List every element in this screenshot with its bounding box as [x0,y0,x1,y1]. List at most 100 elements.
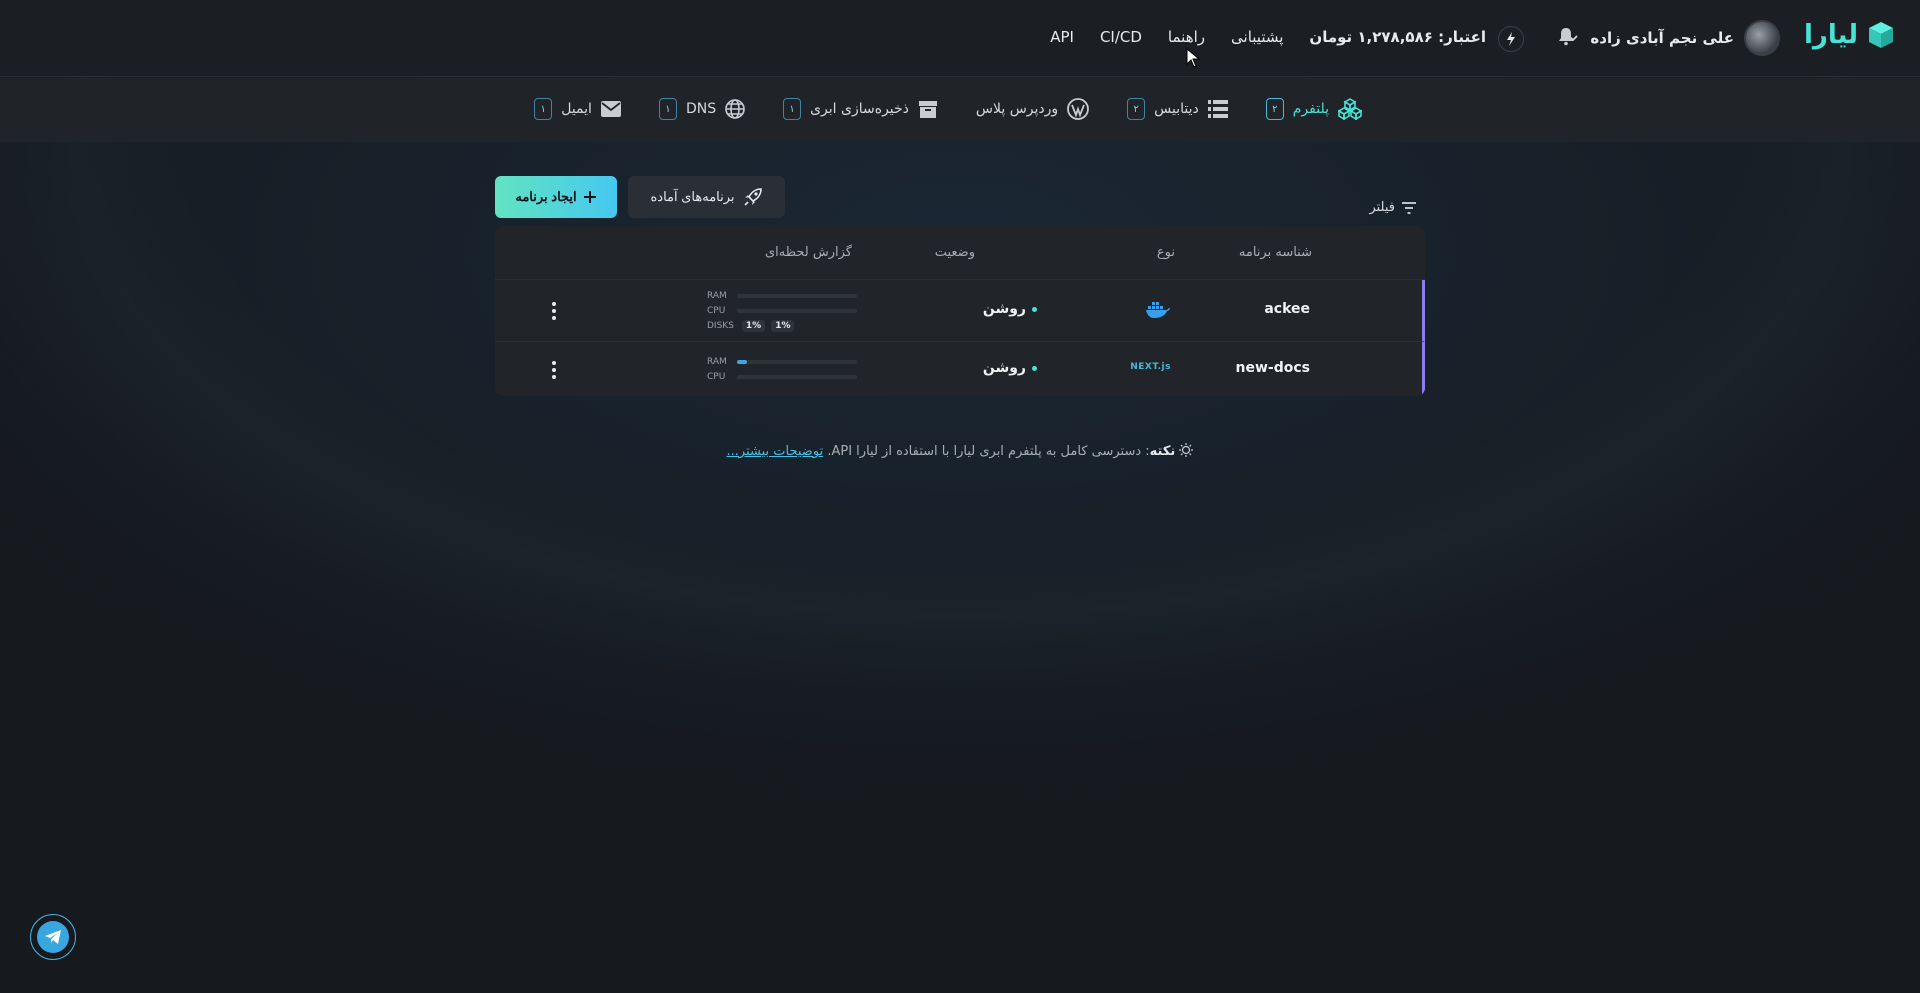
tab-database-count: ۲ [1127,98,1146,120]
tab-storage-label: ذخیره‌سازی ابری [810,101,909,117]
archive-icon [918,101,937,118]
apps-table: شناسه برنامه نوع وضعیت گزارش لحظه‌ای ack… [495,226,1425,396]
more-vertical-icon [552,361,556,379]
filter-icon [1402,201,1416,214]
app-name[interactable]: new-docs [1236,360,1310,376]
ram-bar [737,359,857,364]
status-dot [1032,365,1037,371]
nextjs-icon: NEXT.js [1130,362,1171,372]
tab-storage-count: ۱ [783,98,802,120]
status-badge: روشن [983,301,1037,317]
live-metrics: RAM CPU [707,354,857,384]
table-row[interactable]: new-docs NEXT.js روشن RAM CPU [495,342,1425,396]
status-dot [1032,306,1037,312]
globe-icon [725,99,745,119]
notification-button[interactable] [1557,26,1575,50]
credit-balance: اعتبار: ۱,۲۷۸,۵۸۶ تومان [1309,28,1486,46]
ram-label: RAM [707,290,727,301]
tip-text: : دسترسی کامل به پلتفرم ابری لیارا با اس… [827,444,1150,459]
cpu-label: CPU [707,371,726,382]
filter-button[interactable]: فیلتر [1369,200,1417,215]
top-header: لیارا علی نجم آبادی زاده اعتبار: ۱,۲۷۸,۵… [0,0,1920,77]
disk-usage: 1% [771,319,795,332]
tab-platform[interactable]: پلتفرم ۲ [1265,98,1362,120]
tip-more-link[interactable]: توضیحات بیشتر... [727,444,824,459]
cpu-bar [737,308,857,313]
disks-label: DISKS [707,320,734,331]
cpu-label: CPU [707,305,726,316]
header-report: گزارش لحظه‌ای [764,245,852,260]
filter-label: فیلتر [1369,200,1395,215]
more-vertical-icon [552,302,556,320]
tab-wordpress[interactable]: وردپرس پلاس [975,98,1090,120]
header-status: وضعیت [934,245,975,260]
user-name: علی نجم آبادی زاده [1590,29,1734,47]
brand-name: لیارا [1803,20,1858,50]
services-list: پلتفرم ۲ دیتابیس ۲ وردپرس پلاس ذخیره‌ساز… [534,98,1362,120]
create-app-label: ایجاد برنامه [515,189,577,204]
ram-label: RAM [707,356,727,367]
user-menu[interactable]: علی نجم آبادی زاده [1566,20,1780,56]
row-menu-button[interactable] [551,301,557,325]
main-content: ایجاد برنامه برنامه‌های آماده فیلتر شناس… [495,176,1425,459]
ram-bar-fill [737,359,747,364]
app-name[interactable]: ackee [1264,301,1310,317]
tip-note: نکته: دسترسی کامل به پلتفرم ابری لیارا ب… [495,443,1425,459]
ready-apps-label: برنامه‌های آماده [650,189,735,204]
cpu-metric: CPU [707,369,857,384]
table-row[interactable]: ackee روشن RAM CPU DISKS 1% 1% [495,280,1425,342]
row-menu-button[interactable] [551,360,557,384]
disk-usage: 1% [741,319,766,332]
tab-email-label: ایمیل [561,101,592,117]
docker-icon [1146,302,1170,318]
tab-database[interactable]: دیتابیس ۲ [1127,98,1228,120]
tab-platform-label: پلتفرم [1292,101,1329,117]
telegram-button[interactable] [30,914,76,960]
tab-dns-label: DNS [685,101,717,117]
database-icon [1207,100,1228,118]
tab-email[interactable]: ایمیل ۱ [534,98,621,120]
header-name: شناسه برنامه [1238,245,1312,260]
ready-apps-button[interactable]: برنامه‌های آماده [628,176,785,218]
tab-email-count: ۱ [534,98,553,120]
ram-metric: RAM [707,354,857,369]
nav-api[interactable]: API [1050,28,1074,46]
services-bar: پلتفرم ۲ دیتابیس ۲ وردپرس پلاس ذخیره‌ساز… [0,78,1920,142]
plus-icon [583,191,596,203]
tab-database-label: دیتابیس [1154,101,1199,117]
ram-metric: RAM [707,288,857,303]
nav-guide[interactable]: راهنما [1168,28,1205,46]
cube-logo-icon [1869,22,1893,48]
bolt-icon [1507,32,1515,46]
ram-bar [737,293,857,298]
app-type [1145,300,1171,324]
nav-support[interactable]: پشتیبانی [1231,28,1283,46]
table-header: شناسه برنامه نوع وضعیت گزارش لحظه‌ای [495,226,1425,280]
tab-platform-count: ۲ [1265,98,1284,120]
tab-wordpress-label: وردپرس پلاس [975,101,1059,117]
quick-action-button[interactable] [1498,26,1524,52]
nav-cicd[interactable]: CI/CD [1100,28,1142,46]
lightbulb-icon [1179,443,1194,457]
tip-bold: نکته [1149,444,1176,459]
status-text: روشن [982,360,1026,376]
logo[interactable]: لیارا [1804,20,1896,50]
header-type: نوع [1156,245,1175,260]
tab-dns-count: ۱ [658,98,677,120]
cpu-bar [737,374,857,379]
mail-icon [600,101,621,117]
wordpress-icon [1067,98,1090,120]
toolbar: ایجاد برنامه برنامه‌های آماده فیلتر [495,176,1425,220]
create-app-button[interactable]: ایجاد برنامه [495,176,617,218]
avatar [1744,20,1780,56]
telegram-icon [45,930,61,944]
tab-dns[interactable]: DNS ۱ [658,98,745,120]
rocket-icon [743,188,762,206]
platform-icon [1338,98,1362,120]
top-nav: اعتبار: ۱,۲۷۸,۵۸۶ تومان پشتیبانی راهنما … [1050,28,1486,46]
status-text: روشن [982,301,1026,317]
mouse-cursor-icon [1186,48,1200,68]
disk-metric: DISKS 1% 1% [707,318,857,333]
tab-storage[interactable]: ذخیره‌سازی ابری ۱ [783,98,938,120]
disk-chips: 1% 1% [741,319,795,332]
